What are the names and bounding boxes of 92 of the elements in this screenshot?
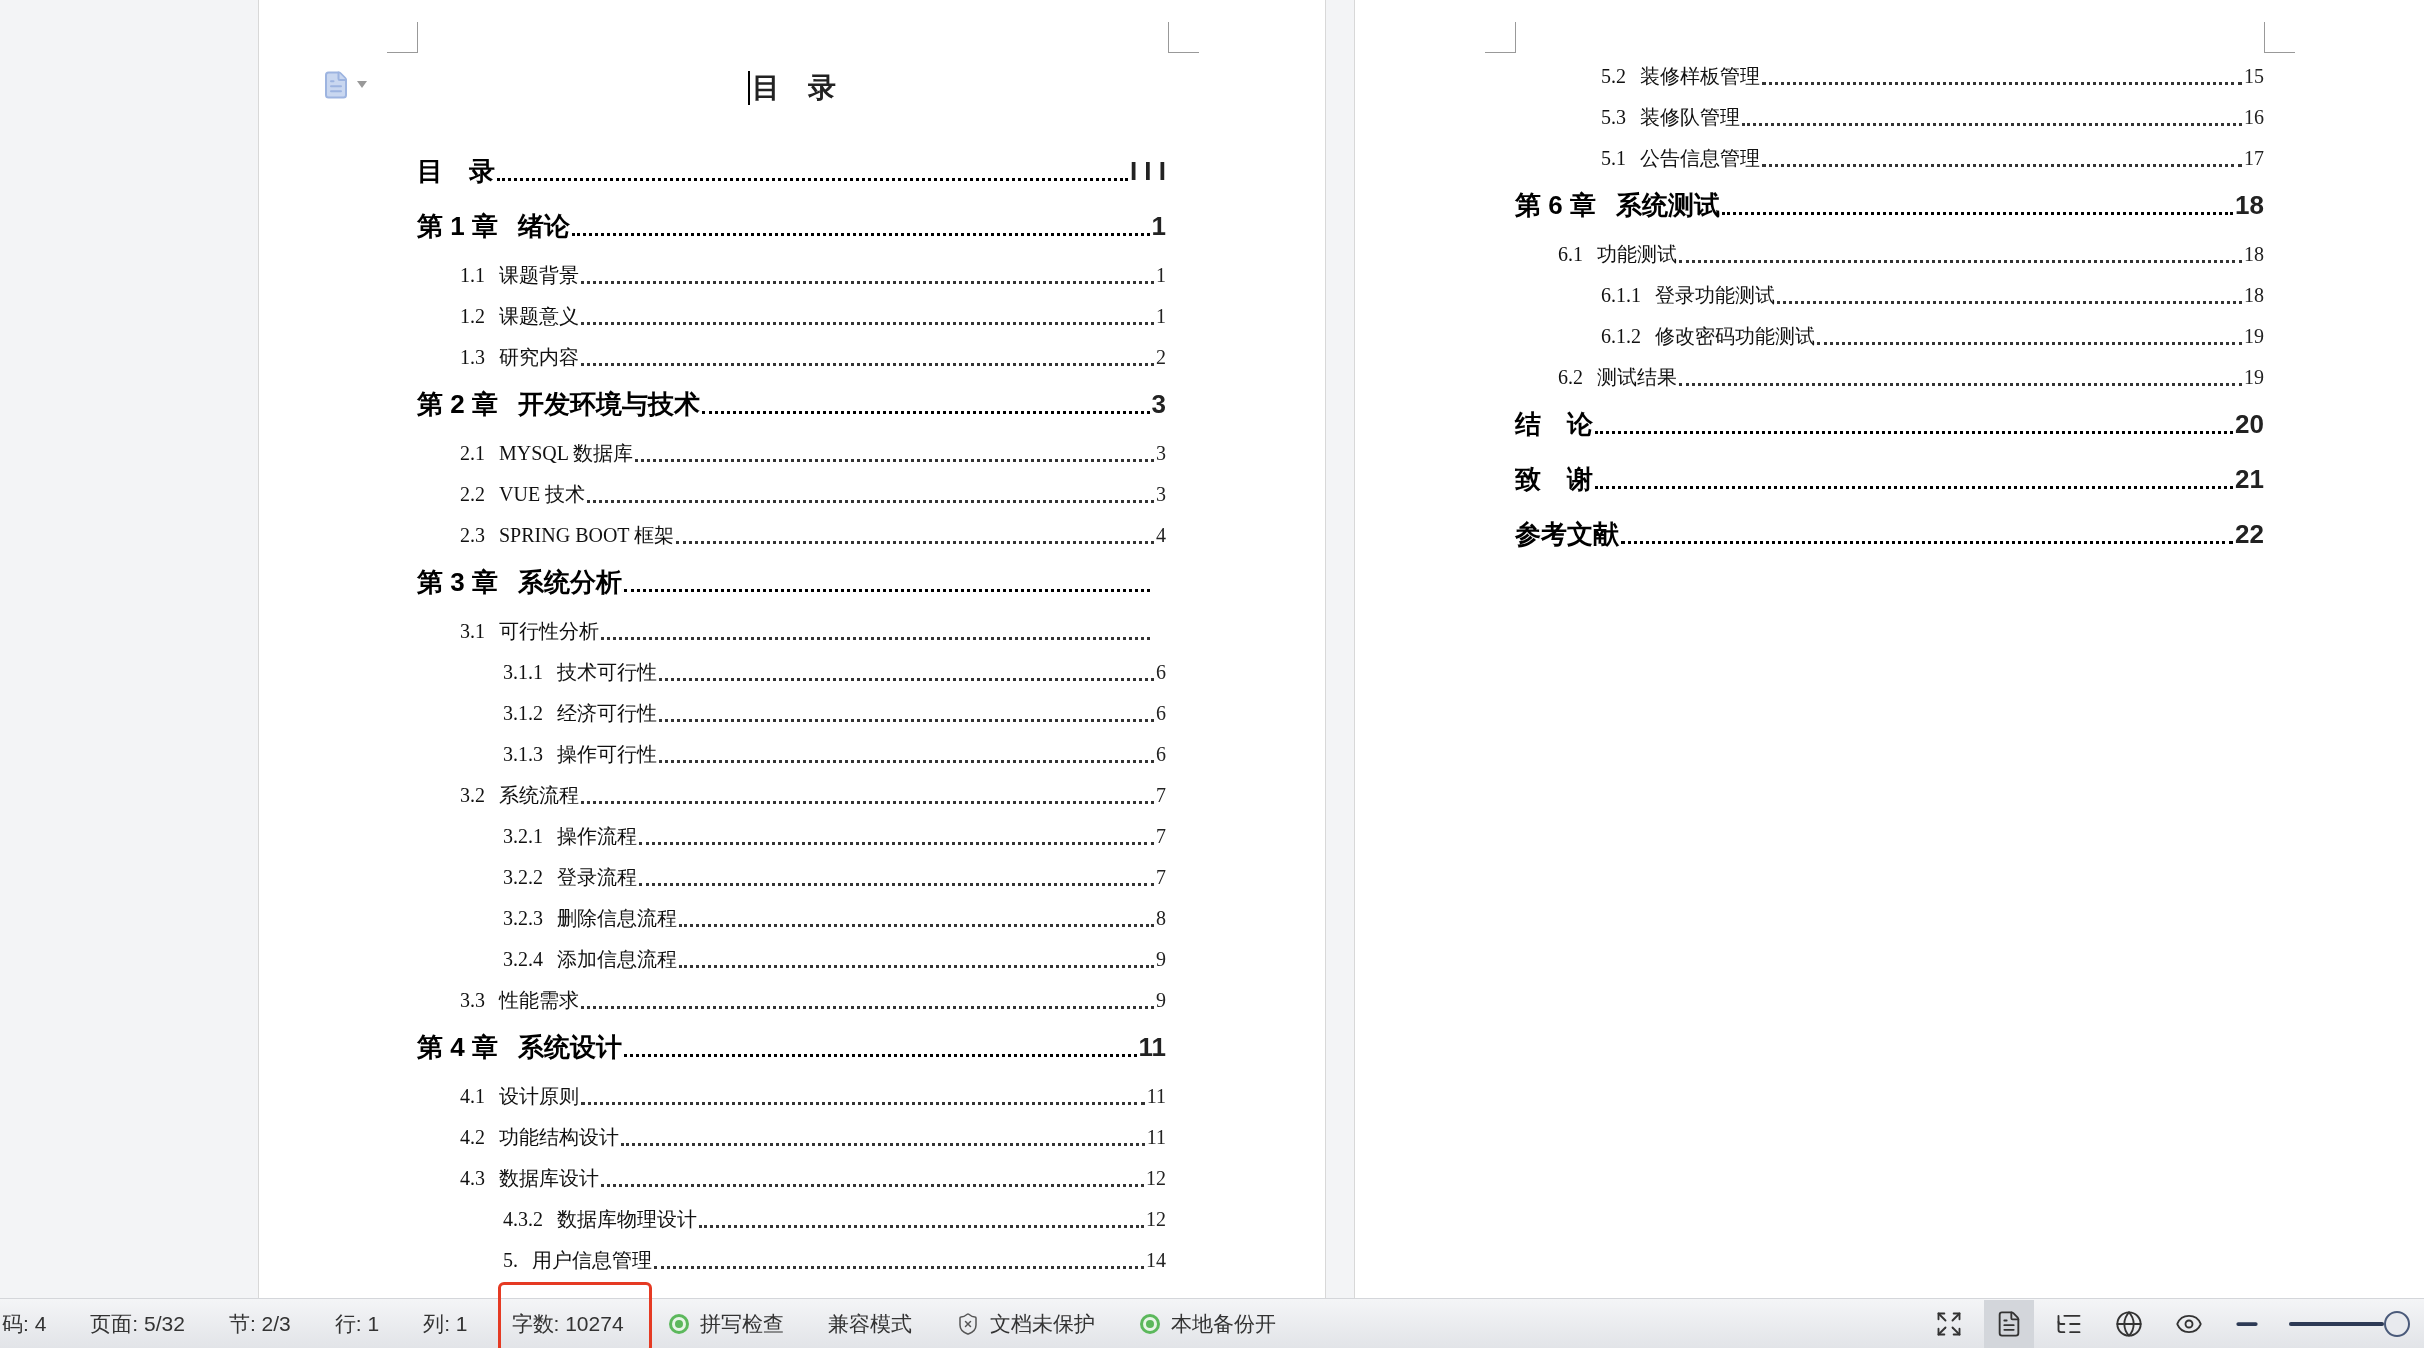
crop-mark — [1168, 22, 1199, 53]
status-item[interactable]: 字数: 10274 — [511, 1307, 624, 1340]
toc-entry-title[interactable]: 第 3 章 系统分析 — [417, 563, 622, 602]
toc-entry-title[interactable]: 2.2 VUE 技术 — [460, 478, 586, 509]
toc-entry-title[interactable]: 3.2.4 添加信息流程 — [503, 943, 677, 974]
page-number: 11 — [1146, 1124, 1166, 1150]
toc-entry-title[interactable]: 致 谢 — [1515, 460, 1593, 499]
page-number: 18 — [2244, 282, 2264, 308]
toc-entry-title[interactable]: 第 4 章 系统设计 — [417, 1028, 622, 1067]
page-number: 19 — [2244, 323, 2264, 349]
toc-entry-title[interactable]: 4.3 数据库设计 — [460, 1162, 599, 1193]
globe-icon — [2115, 1309, 2143, 1338]
toc-entry-title[interactable]: 2.3 SPRING BOOT 框架 — [460, 519, 675, 550]
page-number: 3 — [1156, 440, 1166, 466]
page-number: 9 — [1156, 946, 1166, 972]
page-number: 19 — [2244, 364, 2264, 390]
page-number: 11 — [1146, 1083, 1166, 1109]
view-button[interactable] — [1984, 1299, 2034, 1348]
page-number: 1 — [1156, 262, 1166, 288]
toc-entry-title[interactable]: 第 1 章 绪论 — [417, 207, 570, 246]
toc-entry-title[interactable]: 4.3.2 数据库物理设计 — [503, 1203, 697, 1234]
page-number: 6 — [1156, 659, 1166, 685]
status-item[interactable]: 本地备份开 — [1170, 1307, 1276, 1340]
page-number: 6 — [1156, 741, 1166, 767]
page-number: 7 — [1156, 823, 1166, 849]
page-number: 12 — [1146, 1165, 1166, 1191]
page-number: 20 — [2235, 408, 2264, 441]
page-number: 4 — [1156, 522, 1166, 548]
status-dot-icon — [1138, 1312, 1161, 1335]
page-number: I I I — [1129, 155, 1166, 188]
toc-entry-title[interactable]: 4.1 设计原则 — [460, 1080, 579, 1111]
toc-entry-title[interactable]: 4.2 功能结构设计 — [460, 1121, 619, 1152]
page-number: 8 — [1156, 905, 1166, 931]
toc-entry-title[interactable]: 6.2 测试结果 — [1558, 361, 1677, 392]
toc-entry-title[interactable]: 6.1 功能测试 — [1558, 238, 1677, 269]
page-heading: 目 录 — [751, 71, 836, 105]
toc-entry-title[interactable]: 1.1 课题背景 — [460, 259, 579, 290]
toc-entry-title[interactable]: 目 录 — [417, 152, 495, 191]
page-number: 9 — [1156, 987, 1166, 1013]
status-item[interactable]: 文档未保护 — [989, 1307, 1095, 1340]
page-number: 3 — [1156, 481, 1166, 507]
toc-entry-title[interactable]: 5. 用户信息管理 — [503, 1244, 652, 1275]
page-number: 12 — [1146, 1206, 1166, 1232]
status-item[interactable]: 列: 1 — [423, 1307, 468, 1340]
toc-entry-title[interactable]: 3.2 系统流程 — [460, 779, 579, 810]
page-number: 11 — [1138, 1031, 1166, 1064]
page-number: 7 — [1156, 864, 1166, 890]
page-number: 1 — [1156, 303, 1166, 329]
toc-entry-title[interactable]: 3.1.2 经济可行性 — [503, 697, 657, 728]
toc-entry-title[interactable]: 3.2.1 操作流程 — [503, 820, 637, 851]
page-number: 16 — [2244, 104, 2264, 130]
page-number: 14 — [1146, 1247, 1166, 1273]
toc-entry-title[interactable]: 3.1.3 操作可行性 — [503, 738, 657, 769]
page-number: 18 — [2235, 189, 2264, 222]
crop-mark — [387, 22, 418, 53]
toc-entry-title[interactable]: 2.1 MYSQL 数据库 — [460, 437, 634, 468]
page-number: 6 — [1156, 700, 1166, 726]
page-number: 7 — [1156, 782, 1166, 808]
page-number: 18 — [2244, 241, 2264, 267]
crop-mark — [1485, 22, 1516, 53]
status-item[interactable]: 兼容模式 — [827, 1307, 912, 1340]
toc-entry-title[interactable]: 6.1.1 登录功能测试 — [1601, 279, 1775, 310]
toc-entry-title[interactable]: 3.2.2 登录流程 — [503, 861, 637, 892]
page-number: 22 — [2235, 518, 2264, 551]
status-item[interactable]: 拼写检查 — [699, 1307, 784, 1340]
toc-entry-title[interactable]: 5.1 公告信息管理 — [1601, 142, 1760, 173]
toc-entry-title[interactable]: 3.1 可行性分析 — [460, 615, 599, 646]
status-item[interactable]: 页面: 5/32 — [90, 1307, 185, 1340]
toc-entry-title[interactable]: 1.2 课题意义 — [460, 300, 579, 331]
toc-entry-title[interactable]: 1.3 研究内容 — [460, 341, 579, 372]
page-number: 17 — [2244, 145, 2264, 171]
page-number: 21 — [2235, 463, 2264, 496]
status-item[interactable]: 码: 4 — [2, 1307, 47, 1340]
toc-entry-title[interactable]: 5.3 装修队管理 — [1601, 101, 1740, 132]
toc-entry-title[interactable]: 结 论 — [1515, 405, 1593, 444]
page-number: 3 — [1151, 388, 1166, 421]
text-cursor — [747, 71, 750, 105]
toc-entry-title[interactable]: 3.1.1 技术可行性 — [503, 656, 657, 687]
toc-entry-title[interactable]: 参考文献 — [1515, 515, 1619, 554]
status-dot-icon — [667, 1312, 690, 1335]
page-number: 1 — [1151, 210, 1166, 243]
toc-entry-title[interactable]: 3.2.3 删除信息流程 — [503, 902, 677, 933]
toc-entry-title[interactable]: 第 2 章 开发环境与技术 — [417, 385, 700, 424]
page-number: 2 — [1156, 344, 1166, 370]
page-number: 15 — [2244, 63, 2264, 89]
toc-entry-title[interactable]: 3.3 性能需求 — [460, 984, 579, 1015]
toc-entry-title[interactable]: 5.2 装修样板管理 — [1601, 60, 1760, 91]
crop-mark — [2264, 22, 2295, 53]
status-item[interactable]: 节: 2/3 — [228, 1307, 291, 1340]
toc-entry-title[interactable]: 6.1.2 修改密码功能测试 — [1601, 320, 1815, 351]
toc-entry-title[interactable]: 第 6 章 系统测试 — [1515, 186, 1720, 225]
status-item[interactable]: 行: 1 — [334, 1307, 380, 1340]
